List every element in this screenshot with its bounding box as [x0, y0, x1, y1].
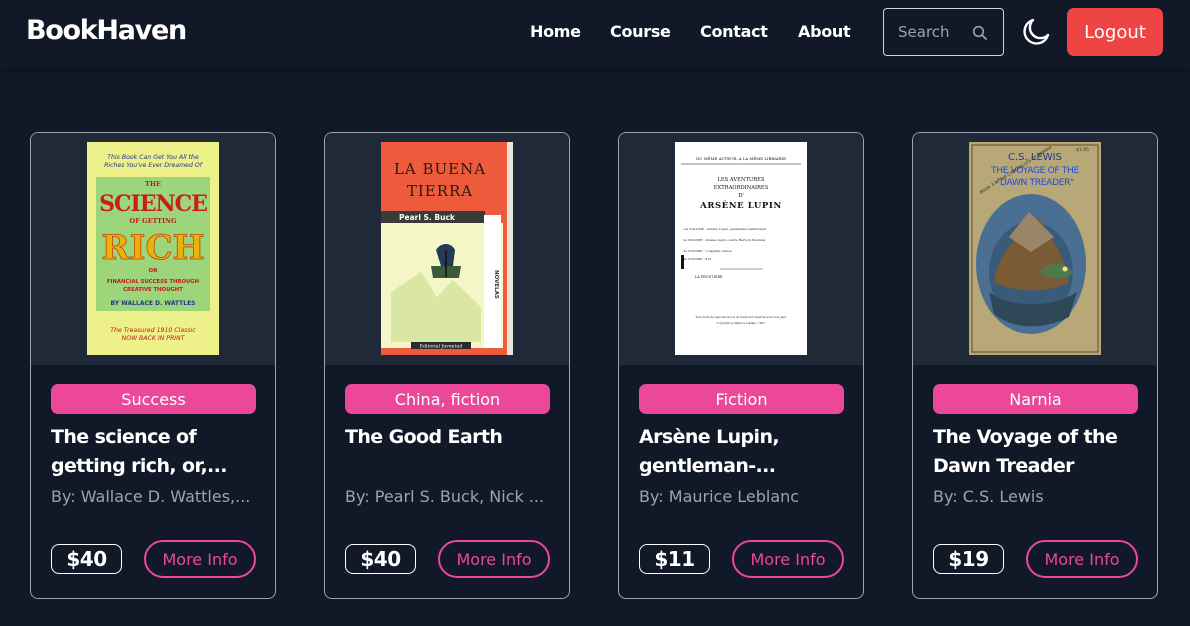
cover-line: FINANCIAL SUCCESS THROUGH — [107, 279, 199, 285]
price-tag: $40 — [345, 544, 416, 574]
logout-button[interactable]: Logout — [1067, 8, 1163, 56]
cover-line: SCIENCE — [99, 191, 207, 217]
cover-line: Copyright by Maurice Leblanc, 1907. — [716, 321, 765, 325]
cover-line: CREATIVE THOUGHT — [123, 287, 183, 293]
cover-line: Pearl S. Buck — [399, 213, 456, 222]
cover-line: LA FRONTIÈRE — [695, 274, 723, 279]
cover-line: LES AVENTURES — [717, 177, 765, 183]
cover-line: Editorial Juventud — [420, 344, 463, 350]
search-box — [883, 8, 1004, 56]
book-title: The science of getting rich, or,... — [51, 426, 228, 477]
search-icon[interactable] — [972, 25, 988, 41]
card-image-area: $1.95 C.S. LEWIS THE VOYAGE OF THE "DAWN… — [913, 133, 1157, 365]
book-author: By: Wallace D. Wattles,... — [51, 487, 251, 506]
cover-line: NOVELAS — [493, 270, 499, 299]
price-tag: $40 — [51, 544, 122, 574]
nav-link-home[interactable]: Home — [530, 22, 581, 41]
book-author: By: Pearl S. Buck, Nick ... — [345, 487, 545, 506]
more-info-button[interactable]: More Info — [1026, 540, 1138, 578]
category-badge: Success — [51, 384, 256, 414]
cover-line: DU MÊME AUTEUR, A LA MÊME LIBRAIRIE — [696, 156, 786, 161]
price-tag: $19 — [933, 544, 1004, 574]
nav-link-course[interactable]: Course — [610, 22, 671, 41]
cover-line: 1er VOLUME : Arsène Lupin, gentleman-cam… — [683, 227, 767, 231]
book-card: $1.95 C.S. LEWIS THE VOYAGE OF THE "DAWN… — [912, 132, 1158, 599]
category-badge: Fiction — [639, 384, 844, 414]
cover-line: $1.95 — [1076, 147, 1089, 153]
book-cover-image[interactable]: LA BUENA TIERRA Pearl S. Buck NOVELAS Ed… — [381, 142, 513, 355]
cover-line: LA BUENA — [394, 160, 486, 178]
navbar: BookHaven Home Course Contact About Logo… — [0, 0, 1190, 68]
cover-line: TIERRA — [407, 182, 473, 200]
card-image-area: This Book Can Get You All the Riches You… — [31, 133, 275, 365]
nav-link-contact[interactable]: Contact — [700, 22, 768, 41]
cover-line: EXTRAORDINAIRES — [714, 185, 769, 191]
book-card: LA BUENA TIERRA Pearl S. Buck NOVELAS Ed… — [324, 132, 570, 599]
cover-line: This Book Can Get You All the — [107, 153, 199, 161]
cover-line: NOW BACK IN PRINT — [121, 335, 185, 342]
brand-logo[interactable]: BookHaven — [26, 15, 187, 46]
book-card: DU MÊME AUTEUR, A LA MÊME LIBRAIRIE LES … — [618, 132, 864, 599]
cover-line: ARSÈNE LUPIN — [699, 199, 782, 211]
more-info-button[interactable]: More Info — [144, 540, 256, 578]
cover-line: Tous droits de reproduction et de traduc… — [695, 315, 787, 319]
cover-line: THE — [145, 180, 161, 188]
book-cover-image[interactable]: $1.95 C.S. LEWIS THE VOYAGE OF THE "DAWN… — [969, 142, 1101, 355]
book-card: This Book Can Get You All the Riches You… — [30, 132, 276, 599]
cover-line: OR — [149, 268, 159, 274]
cover-line: 3e VOLUME : L'Aiguille creuse — [683, 249, 732, 253]
more-info-button[interactable]: More Info — [732, 540, 844, 578]
book-title: The Voyage of the Dawn Treader — [933, 426, 1118, 477]
category-badge: Narnia — [933, 384, 1138, 414]
nav-link-about[interactable]: About — [798, 22, 851, 41]
cover-line: Riches You've Ever Dreamed Of — [104, 162, 203, 169]
book-cover-image[interactable]: DU MÊME AUTEUR, A LA MÊME LIBRAIRIE LES … — [675, 142, 807, 355]
cover-line: 4e VOLUME : 813 — [683, 257, 711, 261]
book-author: By: Maurice Leblanc — [639, 487, 800, 506]
book-cover-image[interactable]: This Book Can Get You All the Riches You… — [87, 142, 219, 355]
cover-line: RICH — [101, 228, 204, 268]
cover-line: OF GETTING — [129, 217, 176, 225]
cover-line: 2e VOLUME : Arsène Lupin contre Herlock … — [683, 238, 766, 242]
cover-line: BY WALLACE D. WATTLES — [111, 300, 196, 307]
moon-icon[interactable] — [1020, 16, 1052, 48]
cover-line: D' — [738, 193, 744, 199]
book-title: The Good Earth — [345, 426, 503, 448]
book-title: Arsène Lupin, gentleman-... — [639, 426, 780, 477]
price-tag: $11 — [639, 544, 710, 574]
card-image-area: DU MÊME AUTEUR, A LA MÊME LIBRAIRIE LES … — [619, 133, 863, 365]
cover-line: "DAWN TREADER" — [996, 177, 1074, 188]
search-input[interactable] — [898, 21, 970, 43]
cover-line: The Treasured 1910 Classic — [110, 327, 196, 334]
book-author: By: C.S. Lewis — [933, 487, 1044, 506]
more-info-button[interactable]: More Info — [438, 540, 550, 578]
card-image-area: LA BUENA TIERRA Pearl S. Buck NOVELAS Ed… — [325, 133, 569, 365]
category-badge: China, fiction — [345, 384, 550, 414]
